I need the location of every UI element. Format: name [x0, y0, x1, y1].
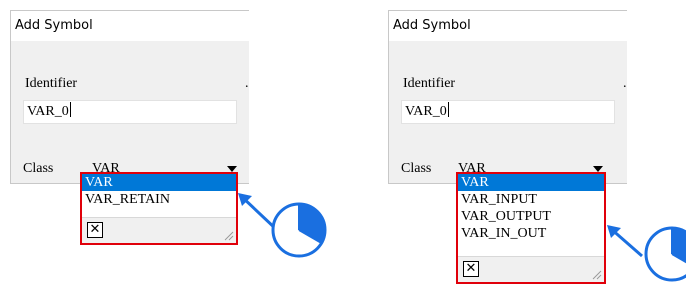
dropdown-option-var-input[interactable]: VAR_INPUT	[458, 191, 604, 208]
clipped-label-fragment: .	[245, 76, 249, 91]
identifier-input[interactable]: VAR_0	[23, 100, 237, 124]
dropdown-option-var-in-out[interactable]: VAR_IN_OUT	[458, 225, 604, 242]
dialog-body: Identifier VAR_0 . Class VAR	[389, 41, 627, 183]
pie-clock-icon	[238, 193, 327, 258]
close-icon[interactable]: ✕	[87, 222, 103, 238]
dropdown-option-var-output[interactable]: VAR_OUTPUT	[458, 208, 604, 225]
dropdown-footer: ✕	[458, 256, 604, 282]
class-label: Class	[401, 161, 432, 176]
resize-grip-icon[interactable]	[590, 268, 602, 280]
clipped-label-fragment: .	[623, 76, 627, 91]
close-icon[interactable]: ✕	[463, 261, 479, 277]
dropdown-option-var[interactable]: VAR	[82, 174, 236, 191]
class-dropdown-list: VAR VAR_RETAIN ✕	[80, 172, 238, 245]
class-dropdown-list: VAR VAR_INPUT VAR_OUTPUT VAR_IN_OUT ✕	[456, 172, 606, 284]
text-caret	[447, 102, 449, 117]
pie-clock-icon	[607, 225, 686, 282]
dropdown-option-var[interactable]: VAR	[458, 174, 604, 191]
dialog-body: Identifier VAR_0 . Class VAR	[11, 41, 249, 183]
dropdown-footer: ✕	[82, 217, 236, 243]
add-symbol-dialog-left: Add Symbol Identifier VAR_0 . Class VAR	[10, 10, 249, 184]
identifier-label: Identifier	[403, 76, 456, 91]
identifier-value: VAR_0	[405, 104, 447, 119]
dialog-title: Add Symbol	[11, 11, 249, 41]
resize-grip-icon[interactable]	[222, 229, 234, 241]
text-caret	[69, 102, 71, 117]
dialog-title: Add Symbol	[389, 11, 627, 41]
dropdown-option-var-retain[interactable]: VAR_RETAIN	[82, 191, 236, 208]
identifier-label: Identifier	[25, 76, 78, 91]
class-label: Class	[23, 161, 54, 176]
add-symbol-dialog-right: Add Symbol Identifier VAR_0 . Class VAR	[388, 10, 627, 184]
identifier-input[interactable]: VAR_0	[401, 100, 615, 124]
identifier-value: VAR_0	[27, 104, 69, 119]
